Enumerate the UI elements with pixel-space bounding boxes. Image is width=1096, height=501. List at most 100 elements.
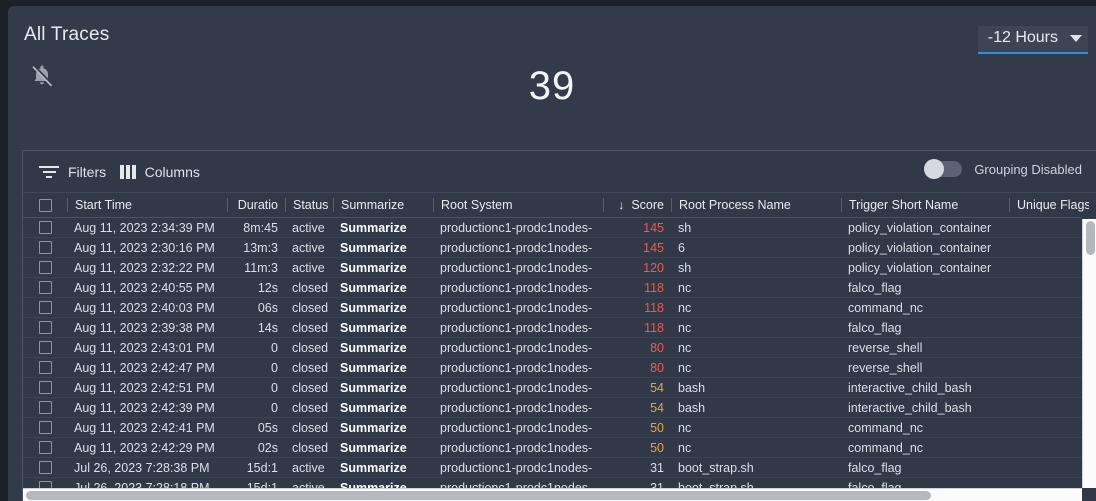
table-row[interactable]: Aug 11, 2023 2:42:29 PM 02s closed Summariz… [23, 438, 1082, 458]
summarize-link[interactable]: Summarize [340, 421, 407, 435]
summarize-link[interactable]: Summarize [340, 281, 407, 295]
cell-summarize[interactable]: Summarize [333, 381, 433, 395]
cell-root-system: productionc1-prodc1nodes- [440, 360, 593, 375]
cell-summarize[interactable]: Summarize [333, 401, 433, 415]
cell-summarize[interactable]: Summarize [333, 421, 433, 435]
cell-duration: 0 [271, 360, 278, 375]
cell-score: 145 [643, 220, 664, 235]
columns-icon [120, 164, 136, 179]
row-checkbox[interactable] [38, 221, 52, 234]
filters-button[interactable]: Filters [39, 164, 106, 180]
row-checkbox[interactable] [38, 321, 52, 334]
column-header-score[interactable]: ↓ Score [603, 198, 671, 212]
horizontal-scrollbar[interactable] [23, 488, 1082, 501]
column-header-status[interactable]: Status [285, 198, 333, 212]
table-row[interactable]: Aug 11, 2023 2:30:16 PM 13m:3 active Summar… [23, 238, 1082, 258]
row-select-cell [23, 281, 67, 294]
table-row[interactable]: Aug 11, 2023 2:40:03 PM 06s closed Summariz… [23, 298, 1082, 318]
row-checkbox[interactable] [38, 261, 52, 274]
cell-status: active [292, 260, 325, 275]
cell-summarize[interactable]: Summarize [333, 441, 433, 455]
row-checkbox[interactable] [38, 241, 52, 254]
time-range-selector[interactable]: -12 Hours [977, 26, 1088, 54]
table-row[interactable]: Aug 11, 2023 2:39:38 PM 14s closed Summariz… [23, 318, 1082, 338]
cell-start-time: Aug 11, 2023 2:42:29 PM [74, 440, 215, 455]
horizontal-scrollbar-thumb[interactable] [26, 491, 932, 500]
cell-trigger-short-name: interactive_child_bash [848, 400, 972, 415]
table-row[interactable]: Aug 11, 2023 2:42:39 PM 0 closed Summarize p… [23, 398, 1082, 418]
table-row[interactable]: Aug 11, 2023 2:42:51 PM 0 closed Summarize p… [23, 378, 1082, 398]
row-checkbox[interactable] [38, 281, 52, 294]
cell-duration: 0 [271, 380, 278, 395]
summarize-link[interactable]: Summarize [340, 341, 407, 355]
cell-trigger-short-name: policy_violation_container [848, 260, 992, 275]
summarize-link[interactable]: Summarize [340, 301, 407, 315]
cell-summarize[interactable]: Summarize [333, 341, 433, 355]
column-header-start-time[interactable]: Start Time [67, 198, 227, 212]
cell-trigger-short-name: policy_violation_container [848, 240, 992, 255]
summarize-link[interactable]: Summarize [340, 401, 407, 415]
cell-summarize[interactable]: Summarize [333, 241, 433, 255]
cell-summarize[interactable]: Summarize [333, 461, 433, 475]
cell-summarize[interactable]: Summarize [333, 281, 433, 295]
cell-root-system: productionc1-prodc1nodes- [440, 420, 593, 435]
select-all-checkbox[interactable] [38, 198, 52, 212]
table-row[interactable]: Aug 11, 2023 2:43:01 PM 0 closed Summarize p… [23, 338, 1082, 358]
row-checkbox[interactable] [38, 341, 52, 354]
column-header-trigger-short-name[interactable]: Trigger Short Name [841, 198, 1009, 212]
cell-root-system: productionc1-prodc1nodes- [440, 380, 593, 395]
row-select-cell [23, 381, 67, 394]
table-row[interactable]: Aug 11, 2023 2:34:39 PM 8m:45 active Summar… [23, 218, 1082, 238]
row-checkbox[interactable] [38, 401, 52, 414]
cell-summarize[interactable]: Summarize [333, 221, 433, 235]
columns-button[interactable]: Columns [120, 164, 200, 180]
vertical-scrollbar-thumb[interactable] [1085, 221, 1095, 255]
cell-trigger-short-name: command_nc [848, 440, 924, 455]
cell-score: 145 [643, 240, 664, 255]
filter-icon [39, 165, 59, 179]
vertical-scrollbar[interactable] [1082, 219, 1096, 488]
column-header-duration[interactable]: Duratio [227, 198, 285, 212]
table-row[interactable]: Aug 11, 2023 2:40:55 PM 12s closed Summariz… [23, 278, 1082, 298]
column-header-unique-flags[interactable]: Unique Flags [1009, 198, 1089, 212]
summarize-link[interactable]: Summarize [340, 441, 407, 455]
cell-status: closed [292, 420, 329, 435]
row-checkbox[interactable] [38, 461, 52, 474]
summarize-link[interactable]: Summarize [340, 241, 407, 255]
cell-status: closed [292, 320, 329, 335]
summarize-link[interactable]: Summarize [340, 381, 407, 395]
cell-summarize[interactable]: Summarize [333, 261, 433, 275]
summarize-link[interactable]: Summarize [340, 321, 407, 335]
column-header-summarize[interactable]: Summarize [333, 198, 433, 212]
row-checkbox[interactable] [38, 441, 52, 454]
summarize-link[interactable]: Summarize [340, 221, 407, 235]
column-header-root-process-name[interactable]: Root Process Name [671, 198, 841, 212]
table-row[interactable]: Aug 11, 2023 2:42:47 PM 0 closed Summarize p… [23, 358, 1082, 378]
summarize-link[interactable]: Summarize [340, 361, 407, 375]
summarize-link[interactable]: Summarize [340, 461, 407, 475]
cell-root-process-name: boot_strap.sh [678, 460, 754, 475]
table-row[interactable]: Jul 26, 2023 7:28:38 PM 15d:1 active Summar… [23, 458, 1082, 478]
cell-trigger-short-name: command_nc [848, 300, 924, 315]
cell-duration: 14s [257, 320, 278, 335]
page-title: All Traces [24, 24, 110, 45]
row-checkbox[interactable] [38, 381, 52, 394]
summarize-link[interactable]: Summarize [340, 261, 407, 275]
cell-duration: 12s [257, 280, 278, 295]
row-select-cell [23, 421, 67, 434]
cell-summarize[interactable]: Summarize [333, 321, 433, 335]
table-row[interactable]: Aug 11, 2023 2:42:41 PM 05s closed Summariz… [23, 418, 1082, 438]
cell-score: 31 [650, 460, 664, 475]
cell-summarize[interactable]: Summarize [333, 301, 433, 315]
column-header-root-system[interactable]: Root System [433, 198, 603, 212]
cell-root-system: productionc1-prodc1nodes- [440, 460, 593, 475]
row-checkbox[interactable] [38, 421, 52, 434]
trace-count: 39 [528, 64, 576, 108]
grouping-toggle[interactable] [924, 159, 963, 179]
row-select-cell [23, 301, 67, 314]
cell-summarize[interactable]: Summarize [333, 361, 433, 375]
table-row[interactable]: Aug 11, 2023 2:32:22 PM 11m:3 active Summar… [23, 258, 1082, 278]
row-checkbox[interactable] [38, 301, 52, 314]
cell-start-time: Aug 11, 2023 2:40:03 PM [74, 300, 215, 315]
row-checkbox[interactable] [38, 361, 52, 374]
